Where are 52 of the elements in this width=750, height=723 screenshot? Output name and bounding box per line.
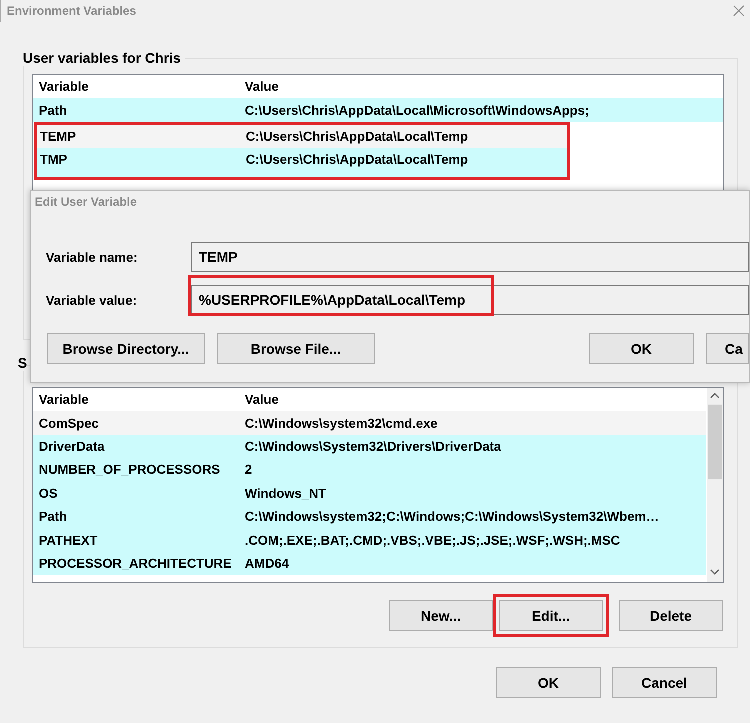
- variable-value: C:\Windows\system32;C:\Windows;C:\Windows\System32\Wbem…: [245, 509, 660, 524]
- dialog-title: Edit User Variable: [35, 195, 138, 209]
- dialog-button[interactable]: OK: [589, 333, 694, 364]
- variable-value: C:\Windows\System32\Drivers\DriverData: [245, 438, 502, 454]
- column-header[interactable]: Value: [245, 79, 279, 94]
- dialog-button[interactable]: Ca: [706, 333, 749, 364]
- list-row[interactable]: PROCESSOR_ARCHITECTURE AMD64: [33, 552, 706, 576]
- field-label: Variable value:: [46, 292, 138, 308]
- list-row[interactable]: Path C:\Windows\system32;C:\Windows;C:\Windows\System32\Wbem…: [33, 504, 706, 528]
- list-button[interactable]: Delete: [619, 600, 723, 631]
- text-field[interactable]: TEMP: [191, 242, 749, 272]
- dialog-button[interactable]: Cancel: [612, 667, 717, 698]
- field-label: Variable name:: [46, 250, 139, 264]
- list-row[interactable]: Path C:\Users\Chris\AppData\Local\Microsoft\WindowsApps;: [33, 98, 723, 122]
- window-title: Environment Variables: [7, 4, 136, 18]
- variable-value: AMD64: [245, 556, 290, 571]
- column-header[interactable]: Variable: [39, 79, 245, 94]
- column-header[interactable]: Value: [245, 392, 279, 408]
- column-header[interactable]: Variable: [39, 392, 245, 408]
- list-row[interactable]: DriverData C:\Windows\System32\Drivers\DriverData: [33, 434, 706, 458]
- variable-name: Path: [39, 102, 68, 118]
- dialog-button[interactable]: OK: [496, 667, 601, 698]
- variable-value: C:\Windows\system32\cmd.exe: [245, 416, 438, 431]
- variable-name: OS: [39, 486, 59, 501]
- list-row[interactable]: NUMBER_OF_PROCESSORS 2: [33, 458, 706, 482]
- variable-name: ComSpec: [39, 416, 100, 431]
- list-row[interactable]: TEMP C:\Users\Chris\AppData\Local\Temp: [37, 124, 567, 148]
- dialog-button[interactable]: Browse Directory...: [47, 333, 205, 364]
- close-icon[interactable]: [733, 5, 745, 17]
- variable-value: Windows_NT: [245, 486, 326, 501]
- variable-value: C:\Users\Chris\AppData\Local\Temp: [246, 152, 468, 168]
- variable-name: TEMP: [40, 128, 78, 144]
- group-label: User variables for Chris: [23, 50, 185, 66]
- variable-value: C:\Users\Chris\AppData\Local\Microsoft\WindowsApps;: [245, 102, 590, 118]
- list-row[interactable]: OS Windows_NT: [33, 482, 706, 505]
- list-row[interactable]: PATHEXT .COM;.EXE;.BAT;.CMD;.VBS;.VBE;.JS;.JSE;.WSF;.WSH;.MSC: [33, 528, 706, 552]
- variable-name: TMP: [40, 152, 68, 168]
- variable-name: PROCESSOR_ARCHITECTURE: [39, 556, 233, 571]
- scrollbar[interactable]: [707, 388, 723, 582]
- text-field[interactable]: %USERPROFILE%\AppData\Local\Temp: [191, 285, 749, 315]
- dialog-button[interactable]: Browse File...: [217, 333, 375, 364]
- variable-name: NUMBER_OF_PROCESSORS: [39, 462, 222, 478]
- variable-name: DriverData: [39, 438, 106, 454]
- variable-list[interactable]: [32, 387, 724, 583]
- list-row[interactable]: ComSpec C:\Windows\system32\cmd.exe: [33, 411, 706, 435]
- variable-value: .COM;.EXE;.BAT;.CMD;.VBS;.VBE;.JS;.JSE;.WSF;.WSH;.MSC: [245, 532, 620, 548]
- list-button[interactable]: New...: [389, 600, 493, 631]
- variable-name: PATHEXT: [39, 532, 99, 548]
- variable-value: C:\Users\Chris\AppData\Local\Temp: [246, 128, 468, 144]
- variable-value: 2: [245, 462, 252, 478]
- variable-name: Path: [39, 509, 68, 524]
- group-label: S: [18, 355, 28, 371]
